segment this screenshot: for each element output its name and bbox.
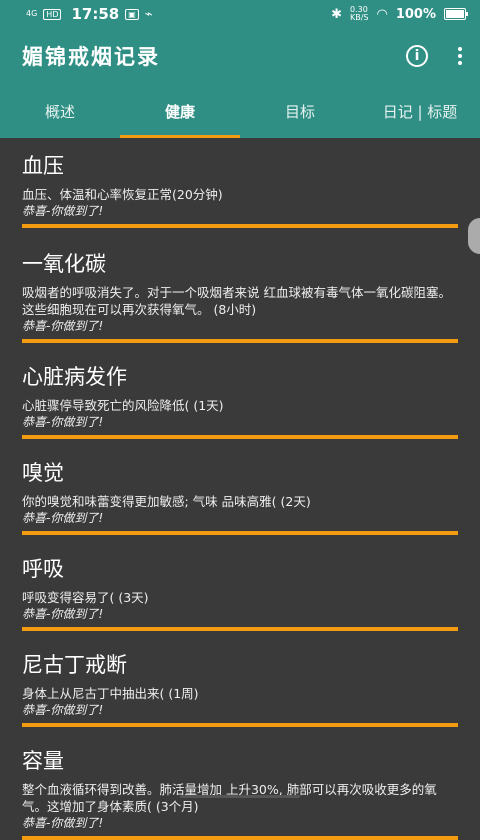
- card-description: 身体上从尼古丁中抽出来( (1周): [22, 685, 458, 702]
- card-title: 呼吸: [22, 555, 458, 583]
- tab-goals[interactable]: 目标: [240, 84, 360, 138]
- card-description: 心脏骤停导致死亡的风险降低( (1天): [22, 397, 458, 414]
- card-status: 恭喜-你做到了!: [22, 815, 458, 832]
- app-actions: i: [406, 45, 462, 67]
- health-card-capacity: 容量 整个血液循环得到改善。肺活量增加 上升30%, 肺部可以再次吸收更多的氧气…: [0, 727, 480, 840]
- progress-fill: [22, 836, 458, 840]
- status-left: 4G HD 17:58 ▣ ⌁: [26, 5, 153, 23]
- health-card-smell: 嗅觉 你的嗅觉和味蕾变得更加敏感; 气味 品味高雅( (2天) 恭喜-你做到了!: [0, 439, 480, 535]
- tab-bar: 概述 健康 目标 日记 | 标题: [0, 84, 480, 138]
- more-options-icon[interactable]: [458, 47, 462, 65]
- status-time: 17:58: [71, 5, 119, 23]
- status-bar: 4G HD 17:58 ▣ ⌁ ✱ 0.30 KB/S ◠ 100%: [0, 0, 480, 28]
- health-list[interactable]: 血压 血压、体温和心率恢复正常(20分钟) 恭喜-你做到了! 一氧化碳 吸烟者的…: [0, 138, 480, 840]
- card-title: 嗅觉: [22, 459, 458, 487]
- tab-health[interactable]: 健康: [120, 84, 240, 138]
- progress-bar: [22, 836, 458, 840]
- wifi-icon: ◠: [376, 7, 387, 22]
- bluetooth-icon: ✱: [331, 7, 342, 22]
- tab-overview[interactable]: 概述: [0, 84, 120, 138]
- app-title: 媚锦戒烟记录: [22, 41, 160, 71]
- health-card-blood-pressure: 血压 血压、体温和心率恢复正常(20分钟) 恭喜-你做到了!: [0, 138, 480, 228]
- card-title: 一氧化碳: [22, 250, 458, 278]
- card-status: 恭喜-你做到了!: [22, 510, 458, 527]
- battery-icon: [444, 8, 466, 20]
- card-description: 吸烟者的呼吸消失了。对于一个吸烟者来说 红血球被有毒气体一氧化碳阻塞。这些细胞现…: [22, 284, 458, 318]
- info-icon[interactable]: i: [406, 45, 428, 67]
- notification-icon: ▣: [125, 9, 139, 20]
- health-card-carbon-monoxide: 一氧化碳 吸烟者的呼吸消失了。对于一个吸烟者来说 红血球被有毒气体一氧化碳阻塞。…: [0, 228, 480, 343]
- card-title: 容量: [22, 747, 458, 775]
- battery-level: [446, 10, 464, 18]
- usb-icon: ⌁: [145, 7, 153, 22]
- card-description: 整个血液循环得到改善。肺活量增加 上升30%, 肺部可以再次吸收更多的氧气。这增…: [22, 781, 458, 815]
- card-status: 恭喜-你做到了!: [22, 414, 458, 431]
- health-card-heart-attack: 心脏病发作 心脏骤停导致死亡的风险降低( (1天) 恭喜-你做到了!: [0, 343, 480, 439]
- gesture-bar[interactable]: [180, 795, 300, 798]
- card-description: 呼吸变得容易了( (3天): [22, 589, 458, 606]
- card-description: 血压、体温和心率恢复正常(20分钟): [22, 186, 458, 203]
- card-status: 恭喜-你做到了!: [22, 203, 458, 220]
- app-bar: 媚锦戒烟记录 i: [0, 28, 480, 84]
- health-card-breathing: 呼吸 呼吸变得容易了( (3天) 恭喜-你做到了!: [0, 535, 480, 631]
- tab-diary[interactable]: 日记 | 标题: [360, 84, 480, 138]
- net-speed-unit: KB/S: [350, 13, 369, 22]
- card-status: 恭喜-你做到了!: [22, 702, 458, 719]
- edge-drag-handle[interactable]: [468, 218, 480, 254]
- card-title: 血压: [22, 152, 458, 180]
- card-title: 尼古丁戒断: [22, 651, 458, 679]
- card-title: 心脏病发作: [22, 363, 458, 391]
- card-status: 恭喜-你做到了!: [22, 318, 458, 335]
- net-speed: 0.30 KB/S: [350, 6, 369, 22]
- hd-icon: HD: [43, 9, 61, 20]
- card-status: 恭喜-你做到了!: [22, 606, 458, 623]
- health-card-nicotine-withdrawal: 尼古丁戒断 身体上从尼古丁中抽出来( (1周) 恭喜-你做到了!: [0, 631, 480, 727]
- status-right: ✱ 0.30 KB/S ◠ 100%: [331, 6, 466, 22]
- battery-text: 100%: [396, 7, 436, 22]
- card-description: 你的嗅觉和味蕾变得更加敏感; 气味 品味高雅( (2天): [22, 493, 458, 510]
- network-type: 4G: [26, 10, 37, 18]
